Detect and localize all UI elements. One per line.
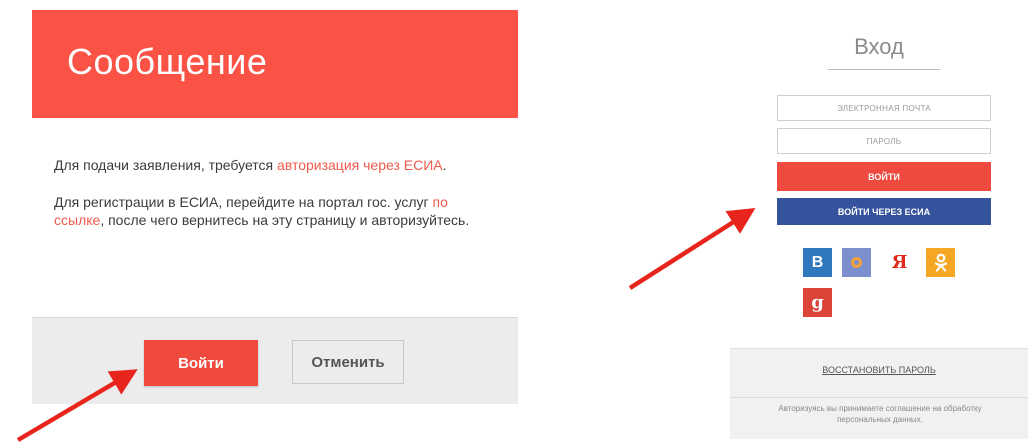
message-dialog: Сообщение Для подачи заявления, требуетс… <box>32 10 518 404</box>
login-footer: ВОССТАНОВИТЬ ПАРОЛЬ Авторизуясь вы прини… <box>730 348 1028 439</box>
title-underline <box>828 69 940 70</box>
vk-icon[interactable]: B <box>803 248 832 277</box>
dialog-title: Сообщение <box>67 41 268 82</box>
mail-ru-icon[interactable] <box>842 248 871 277</box>
dialog-header: Сообщение <box>32 10 518 118</box>
password-field[interactable] <box>777 128 991 154</box>
login-panel: Вход ВОЙТИ ВОЙТИ ЧЕРЕЗ ЕСИА B Я g ВОССТА… <box>730 10 1028 440</box>
esia-login-button[interactable]: ВОЙТИ ЧЕРЕЗ ЕСИА <box>777 198 991 225</box>
login-button[interactable]: Войти <box>144 340 258 386</box>
agreement-text: Авторизуясь вы принимаете соглашение на … <box>778 404 982 424</box>
auth-required-text: Для подачи заявления, требуется авториза… <box>54 157 447 173</box>
login-title: Вход <box>854 34 904 59</box>
dialog-footer: Войти Отменить <box>32 317 518 404</box>
email-field[interactable] <box>777 95 991 121</box>
yandex-icon[interactable]: Я <box>885 248 914 277</box>
cancel-button[interactable]: Отменить <box>292 340 404 384</box>
registration-text: Для регистрации в ЕСИА, перейдите на пор… <box>54 194 470 228</box>
odnoklassniki-icon[interactable] <box>926 248 955 277</box>
esia-auth-link[interactable]: авторизация через ЕСИА <box>277 157 443 173</box>
restore-password-link[interactable]: ВОССТАНОВИТЬ ПАРОЛЬ <box>730 365 1028 375</box>
submit-login-button[interactable]: ВОЙТИ <box>777 162 991 191</box>
dialog-body: Для подачи заявления, требуется авториза… <box>54 156 484 248</box>
arrow-icon <box>628 207 756 290</box>
footer-divider <box>730 397 1028 398</box>
google-plus-icon[interactable]: g <box>803 288 832 317</box>
